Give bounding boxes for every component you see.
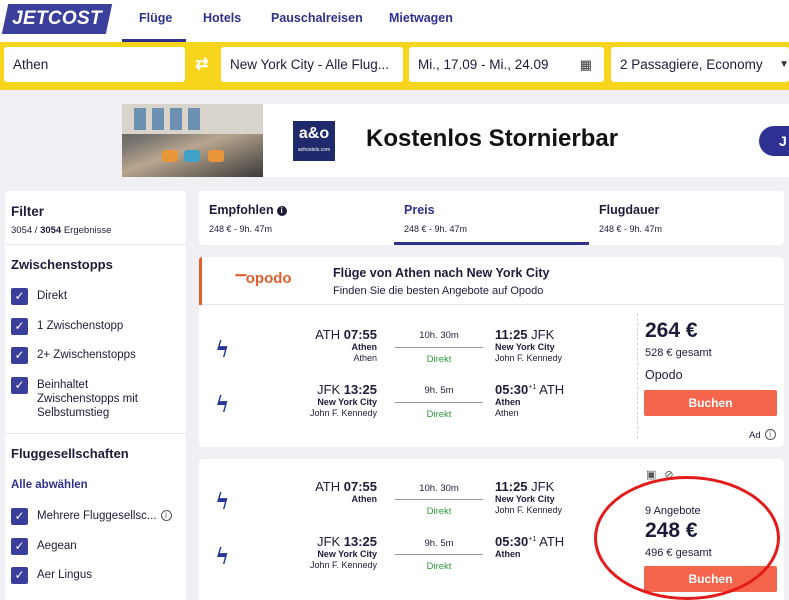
checkbox-checked-icon[interactable]: ✓ [11,318,28,335]
checkbox-checked-icon[interactable]: ✓ [11,567,28,584]
banner-button[interactable]: J [759,126,789,156]
no-carry-on-icon: ⊘ [664,469,682,481]
checkbox-checked-icon[interactable]: ✓ [11,288,28,305]
opodo-logo: •••••opodo [235,270,292,287]
checkbox-checked-icon[interactable]: ✓ [11,377,28,394]
hotel-banner-ad[interactable]: a&o aohostels.com Kostenlos Stornierbar … [122,104,789,177]
tab-pauschalreisen[interactable]: Pauschalreisen [271,11,363,25]
checkbox-checked-icon[interactable]: ✓ [11,347,28,364]
date-input[interactable]: Mi., 17.09 - Mi., 24.09 ▦ [409,47,604,82]
info-icon[interactable]: i [276,206,287,216]
date-value: Mi., 17.09 - Mi., 24.09 [418,57,549,72]
book-button[interactable]: Buchen [644,566,777,592]
sort-tab-recommended[interactable]: Empfohlen i 248 € - 9h. 47m [199,191,394,245]
sort-tabs: Empfohlen i 248 € - 9h. 47m Preis 248 € -… [199,191,784,245]
stop-option-2plus[interactable]: ✓ 2+ Zwischenstopps [11,347,136,364]
provider-name: Opodo [645,368,683,382]
airlines-title: Fluggesellschaften [11,446,129,461]
price-total: 528 € gesamt [645,347,712,359]
top-nav: JETCOST Flüge Hotels Pauschalreisen Miet… [0,0,789,42]
info-icon[interactable]: i [764,429,776,440]
search-bar: Athen ⇄ New York City - Alle Flug... Mi.… [0,42,789,90]
banner-title: Kostenlos Stornierbar [366,125,619,152]
flight-leg-outbound: ϟ ATH 07:55 Athen 10h. 30m Direkt 11:25 … [215,479,563,517]
luggage-icon: ▣ [646,469,665,481]
airline-option-aer-lingus[interactable]: ✓ Aer Lingus [11,567,92,584]
airline-option-aegean[interactable]: ✓ Aegean [11,538,77,555]
result-card-best[interactable]: ϟ ATH 07:55 Athen 10h. 30m Direkt 11:25 … [199,459,784,600]
info-icon[interactable]: i [160,510,172,521]
price-total: 496 € gesamt [645,547,712,559]
sort-tab-duration[interactable]: Flugdauer 248 € - 9h. 47m [589,191,784,245]
checkbox-checked-icon[interactable]: ✓ [11,538,28,555]
swap-icon[interactable]: ⇄ [188,51,216,79]
stop-option-direct[interactable]: ✓ Direkt [11,288,67,305]
aegean-airline-icon: ϟ [215,544,230,570]
active-sort-indicator [394,242,589,245]
baggage-icons: ▣⊘ [646,468,682,481]
passengers-value: 2 Passagiere, Economy [620,57,763,72]
flight-leg-outbound: ϟ ATH 07:55 Athen Athen 10h. 30m Direkt … [215,327,563,365]
price-per-person: 248 € [645,519,698,542]
calendar-icon: ▦ [579,57,592,72]
ao-hostels-logo: a&o aohostels.com [293,121,335,161]
filter-sidebar: Filter 3054 / 3054 Ergebnisse Zwischenst… [5,191,186,600]
ad-label[interactable]: Ad i [749,429,776,441]
sort-tab-price[interactable]: Preis 248 € - 9h. 47m [394,191,589,245]
jetcost-logo[interactable]: JETCOST [1,4,113,34]
opodo-promo-header[interactable]: •••••opodo Flüge von Athen nach New York… [199,257,784,305]
stop-option-selftransfer[interactable]: ✓ Beinhaltet Zwischenstopps mit Selbstum… [11,377,167,420]
tab-fluege[interactable]: Flüge [139,11,172,25]
flight-leg-inbound: ϟ JFK 13:25 New York City John F. Kenned… [215,534,565,572]
aegean-airline-icon: ϟ [215,392,230,418]
book-button[interactable]: Buchen [644,390,777,416]
promo-subtitle: Finden Sie die besten Angebote auf Opodo [333,285,544,297]
aegean-airline-icon: ϟ [215,337,230,363]
airline-option-multiple[interactable]: ✓ Mehrere Fluggesellsc... i [11,508,172,525]
origin-input[interactable]: Athen [4,47,185,82]
stop-option-1[interactable]: ✓ 1 Zwischenstopp [11,318,123,335]
tab-mietwagen[interactable]: Mietwagen [389,11,453,25]
offers-count: 9 Angebote [645,505,701,517]
chevron-down-icon: ▼ [779,59,789,70]
filter-title: Filter [11,204,45,219]
flight-leg-inbound: ϟ JFK 13:25 New York City John F. Kenned… [215,382,565,420]
stops-title: Zwischenstopps [11,257,113,272]
price-per-person: 264 € [645,319,698,342]
result-card-opodo[interactable]: •••••opodo Flüge von Athen nach New York… [199,257,784,447]
tab-hotels[interactable]: Hotels [203,11,241,25]
passengers-select[interactable]: 2 Passagiere, Economy ▼ [611,47,789,82]
checkbox-checked-icon[interactable]: ✓ [11,508,28,525]
deselect-all-link[interactable]: Alle abwählen [11,479,88,491]
results-count: 3054 / 3054 Ergebnisse [11,225,112,236]
promo-title: Flüge von Athen nach New York City [333,266,550,280]
destination-input[interactable]: New York City - Alle Flug... [221,47,403,82]
aegean-airline-icon: ϟ [215,489,230,515]
hotel-image [122,104,263,177]
